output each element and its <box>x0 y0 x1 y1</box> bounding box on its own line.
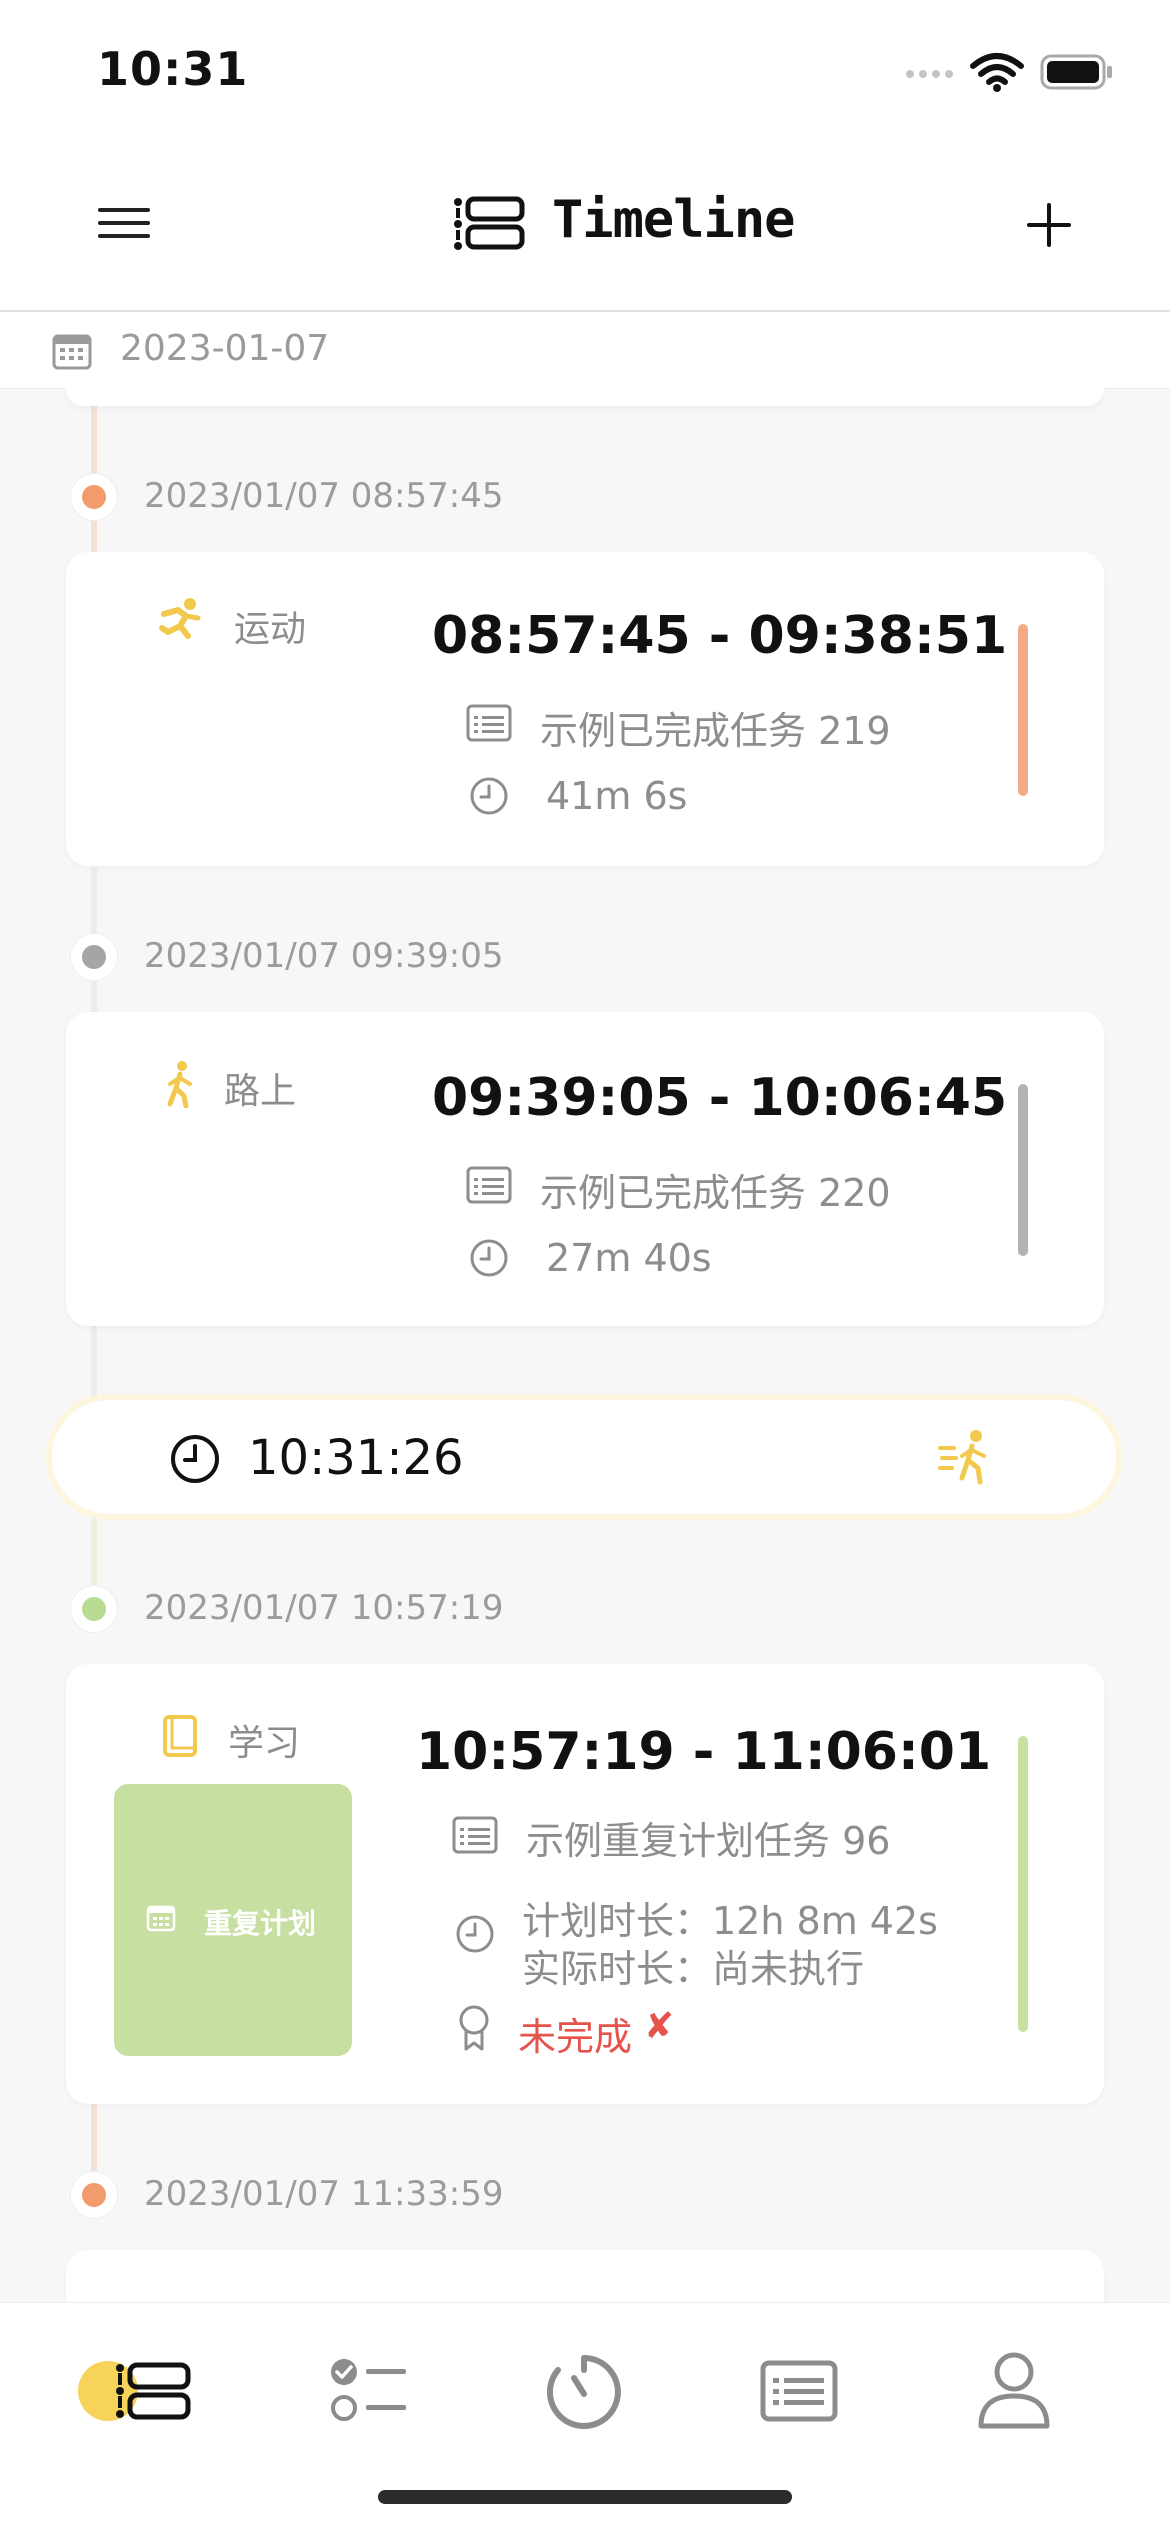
calendar-icon <box>52 332 92 374</box>
actual-duration: 实际时长：尚未执行 <box>522 1947 865 1991</box>
timeline-icon <box>452 196 526 256</box>
running-icon[interactable] <box>938 1428 998 1490</box>
task-list-icon <box>466 704 512 746</box>
category-color-bar <box>1018 624 1028 796</box>
status-badge: 未完成 <box>518 2015 633 2059</box>
battery-icon <box>1040 54 1114 94</box>
cellular-signal-icon <box>905 66 959 86</box>
tab-timer[interactable] <box>544 2352 624 2436</box>
entry-timestamp: 2023/01/07 09:39:05 <box>144 936 504 976</box>
clock-icon <box>469 776 509 820</box>
calendar-icon <box>146 1904 176 1936</box>
planned-duration: 计划时长：12h 8m 42s <box>522 1899 938 1943</box>
page-title: Timeline <box>552 190 795 250</box>
status-time: 10:31 <box>97 42 249 96</box>
entry-timestamp: 2023/01/07 11:33:59 <box>144 2174 504 2214</box>
duration: 27m 40s <box>546 1236 712 1280</box>
category-color-bar <box>1018 1084 1028 1256</box>
book-icon <box>162 1714 198 1762</box>
exercise-icon <box>156 596 204 648</box>
wifi-icon <box>970 52 1024 96</box>
award-icon <box>456 2004 492 2056</box>
category-label: 学习 <box>228 1723 301 1764</box>
category-label: 运动 <box>234 609 307 650</box>
task-name: 示例已完成任务 219 <box>540 709 891 753</box>
task-list-icon <box>452 1816 498 1858</box>
tab-profile[interactable] <box>976 2350 1052 2434</box>
timeline-card-partial[interactable] <box>66 388 1104 406</box>
add-icon[interactable] <box>1024 200 1074 254</box>
clock-icon <box>455 1914 495 1958</box>
clock-icon <box>170 1434 220 1488</box>
tab-records[interactable] <box>760 2360 838 2426</box>
tab-timeline[interactable] <box>74 2356 194 2430</box>
task-list-icon <box>466 1166 512 1208</box>
duration: 41m 6s <box>546 774 688 818</box>
category-label: 路上 <box>224 1071 297 1112</box>
timeline-line <box>91 1325 97 1400</box>
timeline-dot <box>71 934 117 980</box>
walking-icon <box>162 1060 198 1112</box>
task-name: 示例已完成任务 220 <box>540 1171 891 1215</box>
repeat-plan-label: 重复计划 <box>204 1907 317 1940</box>
entry-timestamp: 2023/01/07 10:57:19 <box>144 1588 504 1628</box>
time-range: 08:57:45 - 09:38:51 <box>432 606 1008 666</box>
time-range: 09:39:05 - 10:06:45 <box>432 1068 1008 1128</box>
selected-date[interactable]: 2023-01-07 <box>120 328 329 369</box>
timeline-dot <box>71 474 117 520</box>
task-name: 示例重复计划任务 96 <box>526 1819 891 1863</box>
time-range: 10:57:19 - 11:06:01 <box>416 1722 992 1782</box>
current-timer-time: 10:31:26 <box>248 1430 464 1486</box>
timeline-dot <box>71 2172 117 2218</box>
incomplete-x-icon: ✘ <box>644 2006 675 2047</box>
clock-icon <box>469 1238 509 1282</box>
entry-timestamp: 2023/01/07 08:57:45 <box>144 476 504 516</box>
timeline-dot <box>71 1586 117 1632</box>
category-color-bar <box>1018 1736 1028 2032</box>
home-indicator[interactable] <box>378 2490 792 2504</box>
menu-icon[interactable] <box>96 205 152 245</box>
tab-tasks[interactable] <box>328 2356 408 2430</box>
